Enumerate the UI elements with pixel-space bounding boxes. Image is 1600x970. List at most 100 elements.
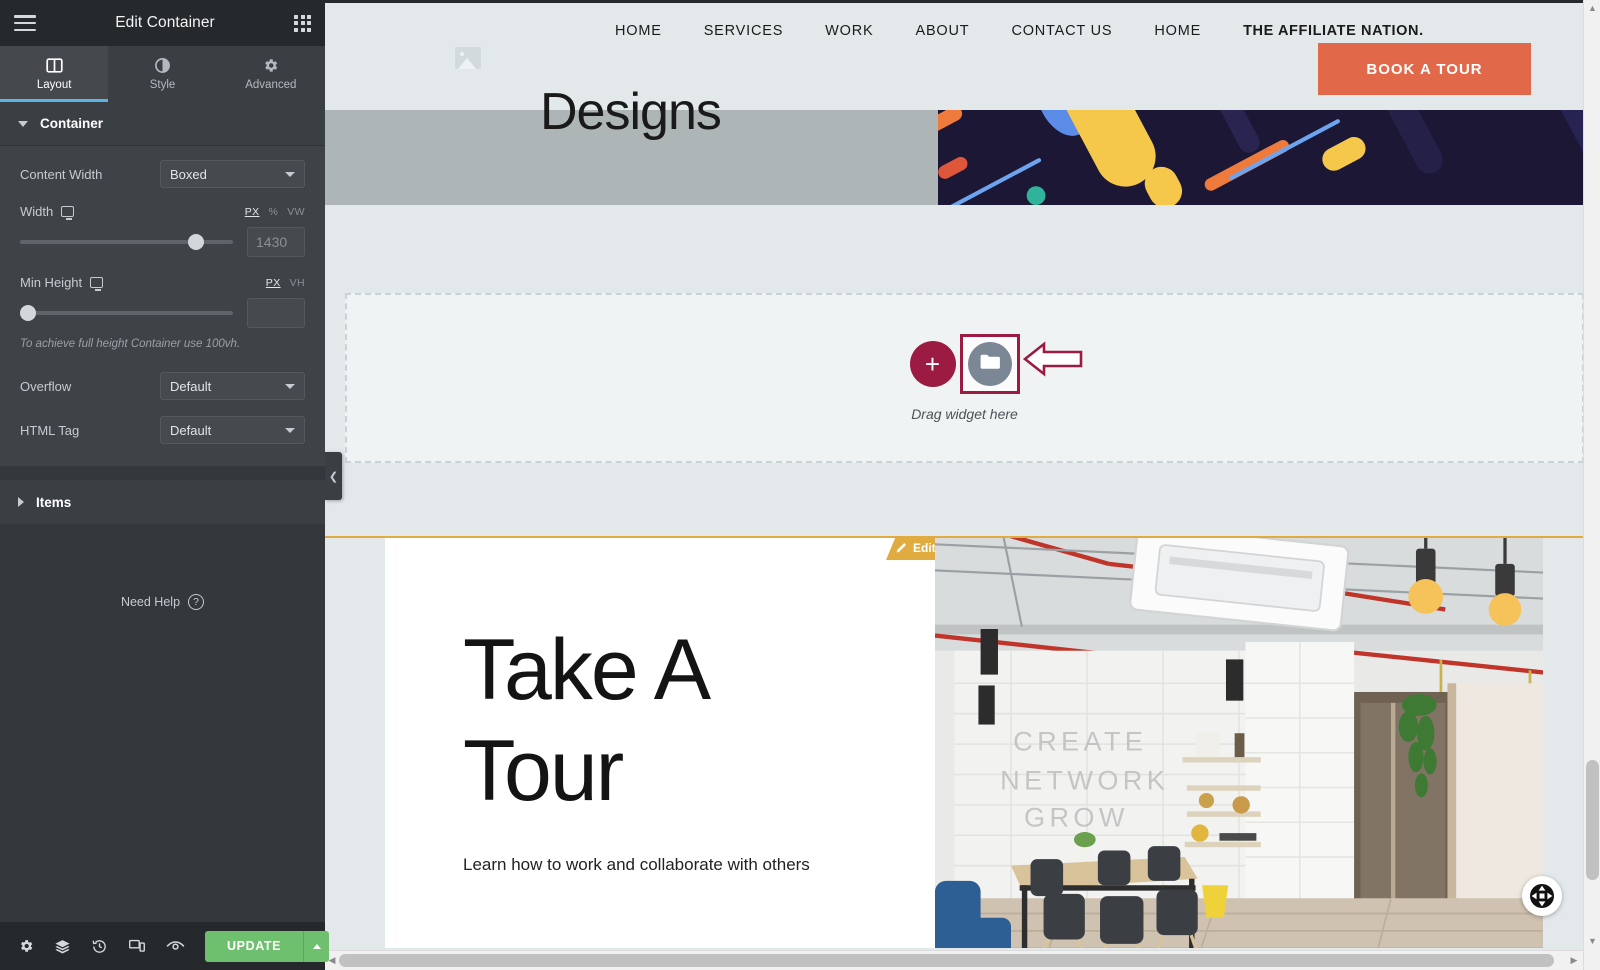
unit-vw[interactable]: VW (287, 206, 305, 218)
nav-link-the-affiliate-nation[interactable]: THE AFFILIATE NATION. (1243, 23, 1424, 39)
chevron-right-icon (18, 497, 24, 507)
nav-link-home-2[interactable]: HOME (1154, 23, 1201, 39)
control-width-header: Width PX % VW (20, 204, 305, 220)
html-tag-select[interactable]: Default (160, 416, 305, 444)
svg-text:GROW: GROW (1024, 802, 1129, 833)
update-options-chevron-up-icon[interactable] (303, 930, 330, 962)
control-overflow: Overflow Default (20, 372, 305, 400)
add-template-button-highlight (959, 334, 1020, 394)
hero-graphic-image (938, 110, 1585, 205)
svg-text:CREATE: CREATE (1013, 726, 1147, 757)
book-a-tour-button[interactable]: BOOK A TOUR (1318, 43, 1531, 95)
width-label: Width (20, 204, 54, 219)
svg-text:NETWORK: NETWORK (1000, 765, 1169, 796)
drop-zone-wrapper: + Drag widget here (325, 293, 1600, 463)
html-tag-value: Default (170, 422, 212, 438)
min-height-value-input[interactable] (247, 298, 305, 328)
min-height-label: Min Height (20, 275, 83, 290)
section-header-items[interactable]: Items (0, 480, 325, 524)
nav-link-about[interactable]: ABOUT (915, 23, 969, 39)
preview-vertical-scrollbar[interactable]: ▲ ▼ (1583, 0, 1600, 970)
empty-container-drop-zone[interactable]: + Drag widget here (345, 293, 1584, 463)
gear-icon (262, 57, 279, 74)
control-html-tag: HTML Tag Default (20, 416, 305, 444)
contrast-icon (154, 57, 171, 74)
content-width-select[interactable]: Boxed (160, 160, 305, 188)
width-value-input[interactable]: 1430 (247, 227, 305, 257)
elementor-editor-panel: Edit Container Layout Style Advanced Con… (0, 0, 330, 970)
width-unit-switcher: PX % VW (245, 206, 305, 218)
tab-advanced[interactable]: Advanced (217, 46, 325, 102)
panel-footer-toolbar: UPDATE (0, 922, 330, 970)
min-height-slider-thumb[interactable] (20, 305, 36, 321)
add-element-plus-icon[interactable]: + (909, 341, 956, 387)
unit-vh[interactable]: VH (290, 277, 305, 289)
horizontal-scroll-thumb[interactable] (339, 954, 1554, 967)
drop-zone-buttons: + (909, 334, 1082, 394)
add-template-folder-button[interactable] (967, 342, 1012, 386)
width-label-group: Width (20, 204, 75, 220)
hero-left-block: Designs (325, 83, 938, 205)
question-circle-icon[interactable]: ? (188, 594, 205, 610)
site-nav-links: HOME SERVICES WORK ABOUT CONTACT US HOME… (615, 23, 1424, 39)
tab-advanced-label: Advanced (245, 79, 297, 91)
vertical-scroll-thumb[interactable] (1586, 760, 1599, 880)
preview-eye-icon[interactable] (166, 939, 185, 953)
site-footer: Take A Tour Learn how to work and collab… (385, 538, 1543, 948)
min-height-slider[interactable] (20, 304, 233, 322)
tab-layout[interactable]: Layout (0, 46, 109, 102)
nav-link-home[interactable]: HOME (615, 23, 662, 39)
width-slider[interactable] (20, 233, 233, 251)
control-content-width: Content Width Boxed (20, 160, 305, 188)
settings-gear-icon[interactable] (18, 938, 34, 954)
history-revisions-icon[interactable] (91, 938, 108, 955)
section-title-items: Items (36, 494, 72, 510)
panel-collapse-chevron-left-icon[interactable]: ❮ (325, 452, 342, 500)
min-height-unit-switcher: PX VH (266, 277, 305, 289)
responsive-mode-icon[interactable] (128, 938, 146, 954)
nav-link-contact-us[interactable]: CONTACT US (1011, 23, 1112, 39)
footer-subheading: Learn how to work and collaborate with o… (463, 854, 810, 874)
layers-navigator-icon[interactable] (54, 938, 71, 955)
drag-widget-here-label: Drag widget here (911, 406, 1018, 422)
unit-percent[interactable]: % (269, 206, 279, 218)
update-button[interactable]: UPDATE (205, 930, 304, 962)
layout-icon (46, 57, 63, 74)
scroll-up-chevron-icon[interactable]: ▲ (1584, 3, 1600, 13)
hero-heading: Designs (540, 83, 722, 141)
section-header-container[interactable]: Container (0, 102, 325, 146)
hamburger-menu-icon[interactable] (14, 15, 36, 31)
page-preview-canvas: HOME SERVICES WORK ABOUT CONTACT US HOME… (325, 0, 1600, 970)
panel-tabs: Layout Style Advanced (0, 46, 325, 102)
scroll-right-chevron-icon[interactable]: ▶ (1567, 955, 1581, 966)
tab-style-label: Style (149, 79, 176, 91)
content-width-value: Boxed (170, 166, 207, 182)
min-height-hint: To achieve full height Container use 100… (20, 338, 241, 350)
chevron-down-icon (18, 120, 28, 127)
folder-icon (979, 353, 1001, 376)
html-tag-label: HTML Tag (20, 422, 80, 438)
unit-px[interactable]: PX (266, 277, 281, 289)
preview-horizontal-scrollbar[interactable]: ◀ ▶ (325, 950, 1583, 970)
need-help-link[interactable]: Need Help ? (121, 594, 205, 610)
desktop-icon[interactable] (61, 206, 75, 220)
footer-heading: Take A Tour (463, 622, 711, 820)
navigator-move-handle-icon[interactable] (1522, 876, 1562, 916)
grid-apps-icon[interactable] (294, 14, 311, 32)
tab-style[interactable]: Style (108, 46, 216, 102)
panel-header: Edit Container (0, 0, 325, 46)
min-height-slider-track (20, 311, 233, 315)
min-height-label-group: Min Height (20, 275, 104, 291)
chevron-down-icon (285, 383, 295, 389)
scroll-down-chevron-icon[interactable]: ▼ (1584, 936, 1600, 946)
unit-px[interactable]: PX (245, 206, 260, 218)
nav-link-services[interactable]: SERVICES (704, 23, 783, 39)
width-slider-thumb[interactable] (188, 234, 205, 250)
nav-link-work[interactable]: WORK (825, 23, 873, 39)
pencil-icon (896, 541, 908, 556)
overflow-value: Default (170, 378, 212, 394)
section-title-container: Container (40, 116, 104, 131)
overflow-select[interactable]: Default (160, 372, 305, 400)
desktop-icon[interactable] (90, 277, 104, 291)
control-min-height-header: Min Height PX VH (20, 275, 305, 291)
